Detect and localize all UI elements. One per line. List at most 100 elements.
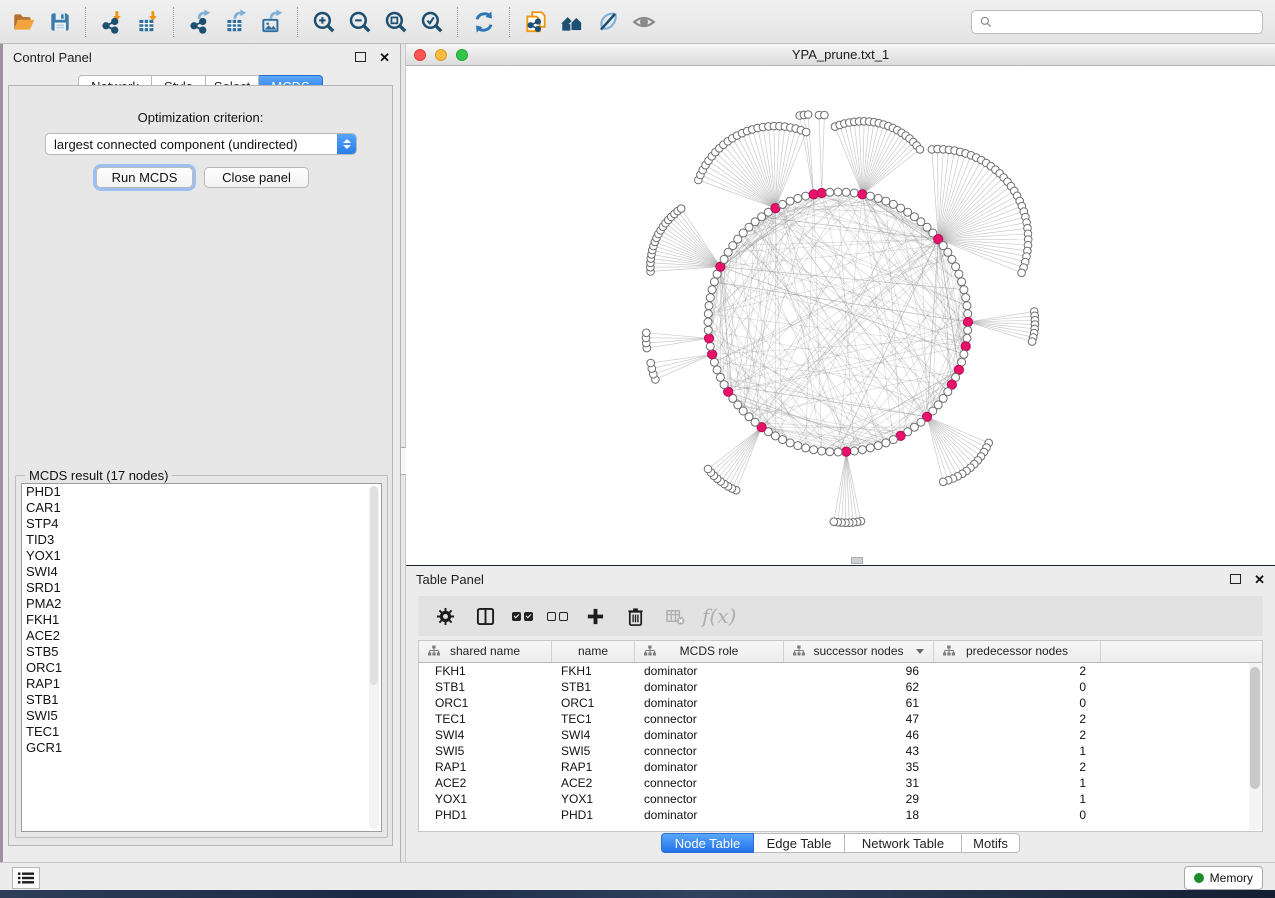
table-row[interactable]: STB1STB1dominator620 xyxy=(419,679,1262,695)
result-list-scrollbar[interactable] xyxy=(369,486,379,829)
result-list-scroll-thumb[interactable] xyxy=(370,486,378,685)
graph-node[interactable] xyxy=(916,146,924,154)
graph-node[interactable] xyxy=(858,446,866,454)
tab-network-table[interactable]: Network Table xyxy=(845,833,962,853)
result-list-item[interactable]: PMA2 xyxy=(22,596,381,612)
close-panel-icon[interactable]: ✕ xyxy=(379,51,390,64)
graph-node[interactable] xyxy=(850,447,858,455)
graph-node[interactable] xyxy=(964,326,972,334)
graph-node[interactable] xyxy=(786,439,794,447)
zoom-out-icon[interactable] xyxy=(342,4,378,40)
save-session-icon[interactable] xyxy=(42,4,78,40)
graph-node[interactable] xyxy=(952,263,960,271)
delete-column-trash-icon[interactable] xyxy=(622,603,648,629)
graph-node[interactable] xyxy=(818,447,826,455)
create-column-plus-icon[interactable] xyxy=(582,603,608,629)
graph-node[interactable] xyxy=(647,359,655,367)
table-scrollbar[interactable] xyxy=(1249,663,1261,830)
graph-node[interactable] xyxy=(964,310,972,318)
graph-node[interactable] xyxy=(826,448,834,456)
result-list-item[interactable]: TID3 xyxy=(22,532,381,548)
graph-node[interactable] xyxy=(962,294,970,302)
graph-node[interactable] xyxy=(821,111,829,119)
unselect-all-columns-icon[interactable] xyxy=(547,612,568,621)
graph-node[interactable] xyxy=(802,192,810,200)
graph-node[interactable] xyxy=(708,286,716,294)
splitter-handle-horizontal[interactable] xyxy=(851,557,863,564)
export-table-icon[interactable] xyxy=(218,4,254,40)
float-panel-icon[interactable] xyxy=(355,52,366,62)
table-row[interactable]: TEC1TEC1connector472 xyxy=(419,711,1262,727)
search-box[interactable] xyxy=(971,10,1263,34)
graph-node[interactable] xyxy=(874,194,882,202)
result-list-item[interactable]: STP4 xyxy=(22,516,381,532)
table-row[interactable]: PHD1PHD1dominator180 xyxy=(419,807,1262,823)
result-list-item[interactable]: ORC1 xyxy=(22,660,381,676)
column-header-MCDS-role[interactable]: MCDS role xyxy=(635,641,784,662)
tab-node-table[interactable]: Node Table xyxy=(661,833,754,853)
graph-node[interactable] xyxy=(874,442,882,450)
column-header-shared-name[interactable]: shared name xyxy=(419,641,552,662)
table-row[interactable]: RAP1RAP1dominator352 xyxy=(419,759,1262,775)
result-list-item[interactable]: SWI5 xyxy=(22,708,381,724)
graph-node[interactable] xyxy=(882,197,890,205)
graph-node[interactable] xyxy=(834,448,842,456)
graph-node[interactable] xyxy=(710,358,718,366)
result-list-item[interactable]: SRD1 xyxy=(22,580,381,596)
graph-node[interactable] xyxy=(643,329,651,337)
tab-edge-table[interactable]: Edge Table xyxy=(754,833,845,853)
graph-node[interactable] xyxy=(955,270,963,278)
column-header-successor-nodes[interactable]: successor nodes xyxy=(784,641,934,662)
graph-mcds-node[interactable] xyxy=(961,342,970,351)
graph-node[interactable] xyxy=(958,278,966,286)
result-list-item[interactable]: GCR1 xyxy=(22,740,381,756)
optimization-dropdown[interactable]: largest connected component (undirected) xyxy=(45,133,357,155)
graph-node[interactable] xyxy=(804,111,812,119)
refresh-icon[interactable] xyxy=(466,4,502,40)
graph-node[interactable] xyxy=(866,192,874,200)
network-canvas[interactable] xyxy=(406,66,1275,565)
graph-node[interactable] xyxy=(802,128,810,136)
graph-node[interactable] xyxy=(834,188,842,196)
graph-node[interactable] xyxy=(704,318,712,326)
graph-node[interactable] xyxy=(704,326,712,334)
graph-mcds-node[interactable] xyxy=(842,447,851,456)
graph-node[interactable] xyxy=(963,334,971,342)
column-header-name[interactable]: name xyxy=(552,641,635,662)
import-network-icon[interactable] xyxy=(94,4,130,40)
node-table[interactable]: shared namenameMCDS rolesuccessor nodesp… xyxy=(418,640,1263,832)
table-row[interactable]: SWI5SWI5connector431 xyxy=(419,743,1262,759)
graph-node[interactable] xyxy=(786,197,794,205)
table-scroll-thumb[interactable] xyxy=(1250,667,1260,789)
open-file-icon[interactable] xyxy=(6,4,42,40)
graph-mcds-node[interactable] xyxy=(817,188,826,197)
mcds-result-list[interactable]: PHD1CAR1STP4TID3YOX1SWI4SRD1PMA2FKH1ACE2… xyxy=(21,483,382,832)
graph-node[interactable] xyxy=(710,278,718,286)
show-panels-list-icon[interactable] xyxy=(12,867,40,889)
graph-node[interactable] xyxy=(794,442,802,450)
result-list-item[interactable]: RAP1 xyxy=(22,676,381,692)
result-list-item[interactable]: CAR1 xyxy=(22,500,381,516)
run-mcds-button[interactable]: Run MCDS xyxy=(96,167,193,188)
zoom-fit-icon[interactable] xyxy=(378,4,414,40)
graph-node[interactable] xyxy=(704,310,712,318)
graph-node[interactable] xyxy=(706,342,714,350)
result-list-item[interactable]: PHD1 xyxy=(22,484,381,500)
result-list-item[interactable]: STB5 xyxy=(22,644,381,660)
graph-node[interactable] xyxy=(826,188,834,196)
result-list-item[interactable]: STB1 xyxy=(22,692,381,708)
graph-node[interactable] xyxy=(963,302,971,310)
table-row[interactable]: FKH1FKH1dominator962 xyxy=(419,663,1262,679)
table-row[interactable]: YOX1YOX1connector291 xyxy=(419,791,1262,807)
table-settings-gear-icon[interactable] xyxy=(432,603,458,629)
memory-button[interactable]: Memory xyxy=(1184,866,1263,890)
graph-node[interactable] xyxy=(716,373,724,381)
table-row[interactable]: ORC1ORC1dominator610 xyxy=(419,695,1262,711)
graph-node[interactable] xyxy=(850,189,858,197)
graph-node[interactable] xyxy=(889,436,897,444)
graph-node[interactable] xyxy=(705,302,713,310)
eye-icon[interactable] xyxy=(626,4,662,40)
graph-node[interactable] xyxy=(802,444,810,452)
zoom-selected-icon[interactable] xyxy=(414,4,450,40)
result-list-item[interactable]: TEC1 xyxy=(22,724,381,740)
